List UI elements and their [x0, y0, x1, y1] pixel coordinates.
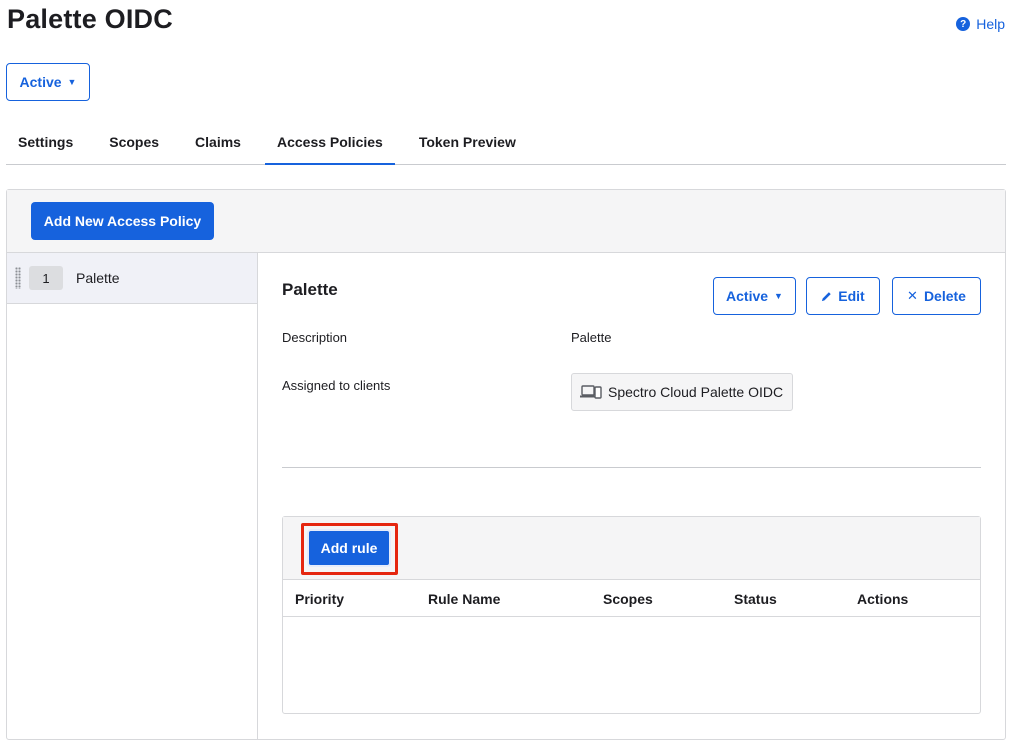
description-value: Palette — [571, 330, 612, 345]
description-label: Description — [282, 330, 348, 345]
app-status-label: Active — [19, 74, 62, 90]
access-policies-panel: Add New Access Policy 1 Palette Palette … — [6, 189, 1006, 740]
policy-status-dropdown[interactable]: Active ▼ — [713, 277, 796, 315]
close-icon: ✕ — [907, 288, 918, 303]
column-header-rule-name: Rule Name — [428, 591, 501, 607]
add-rule-button[interactable]: Add rule — [307, 529, 391, 567]
chevron-down-icon: ▼ — [774, 291, 783, 301]
assigned-client-name: Spectro Cloud Palette OIDC — [608, 384, 784, 400]
tab-claims[interactable]: Claims — [183, 122, 253, 165]
assigned-client-chip: Spectro Cloud Palette OIDC — [571, 373, 793, 411]
tab-access-policies[interactable]: Access Policies — [264, 122, 395, 165]
help-link[interactable]: ? Help — [956, 16, 1005, 32]
panel-header: Add New Access Policy — [7, 190, 1005, 253]
policy-list-item[interactable]: 1 Palette — [7, 253, 257, 304]
tab-token-preview[interactable]: Token Preview — [407, 122, 528, 165]
help-label: Help — [976, 16, 1005, 32]
add-access-policy-button[interactable]: Add New Access Policy — [31, 202, 214, 240]
policy-priority-badge: 1 — [29, 266, 63, 290]
rules-toolbar: Add rule — [283, 517, 980, 580]
column-header-scopes: Scopes — [603, 591, 653, 607]
policy-title: Palette — [282, 280, 338, 299]
chevron-down-icon: ▼ — [67, 77, 77, 87]
policy-name: Palette — [76, 270, 120, 286]
delete-button[interactable]: ✕ Delete — [892, 277, 981, 315]
divider — [282, 467, 981, 468]
app-status-dropdown[interactable]: Active ▼ — [6, 63, 90, 101]
column-header-actions: Actions — [857, 591, 909, 607]
edit-button[interactable]: Edit — [806, 277, 880, 315]
drag-handle-icon[interactable] — [15, 267, 21, 289]
pencil-icon — [822, 291, 831, 301]
edit-label: Edit — [838, 288, 865, 304]
policy-status-label: Active — [726, 288, 769, 304]
column-header-priority: Priority — [295, 591, 345, 607]
page-title: Palette OIDC — [7, 4, 173, 34]
assigned-clients-label: Assigned to clients — [282, 378, 391, 393]
tab-settings[interactable]: Settings — [6, 122, 85, 165]
column-header-status: Status — [734, 591, 777, 607]
app-icon — [580, 385, 602, 399]
rules-table: Add rule Priority Rule Name Scopes Statu… — [282, 516, 981, 714]
help-icon: ? — [956, 17, 971, 31]
rules-table-header: Priority Rule Name Scopes Status Actions — [283, 580, 980, 617]
tab-bar: Settings Scopes Claims Access Policies T… — [6, 122, 1006, 165]
policy-detail: Palette Active ▼ Edit ✕ Delete Descripti… — [258, 253, 1005, 739]
tab-scopes[interactable]: Scopes — [97, 122, 171, 165]
delete-label: Delete — [923, 288, 966, 304]
rules-table-body — [283, 617, 980, 713]
policy-list: 1 Palette — [7, 253, 258, 739]
